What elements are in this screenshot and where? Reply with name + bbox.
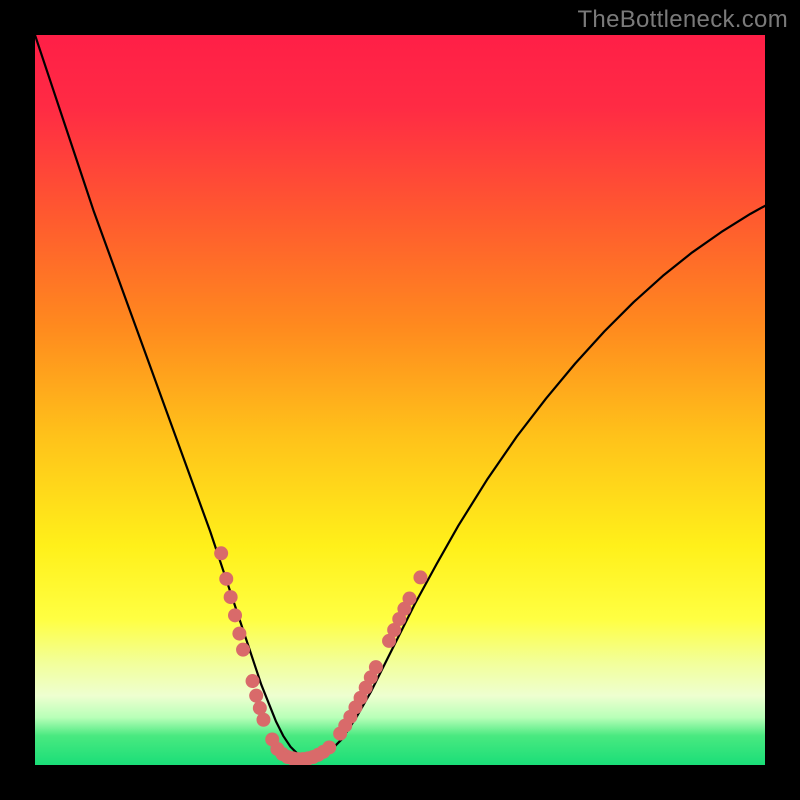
curve-marker — [224, 590, 238, 604]
curve-marker — [322, 740, 336, 754]
curve-marker — [236, 643, 250, 657]
curve-marker — [369, 660, 383, 674]
bottleneck-plot — [35, 35, 765, 765]
curve-marker — [413, 570, 427, 584]
curve-marker — [256, 713, 270, 727]
chart-frame: TheBottleneck.com — [0, 0, 800, 800]
curve-marker — [228, 608, 242, 622]
curve-marker — [402, 592, 416, 606]
curve-marker — [246, 674, 260, 688]
curve-marker — [219, 572, 233, 586]
curve-marker — [232, 627, 246, 641]
watermark-text: TheBottleneck.com — [577, 6, 788, 34]
gradient-background — [35, 35, 765, 765]
curve-marker — [214, 546, 228, 560]
curve-marker — [249, 689, 263, 703]
